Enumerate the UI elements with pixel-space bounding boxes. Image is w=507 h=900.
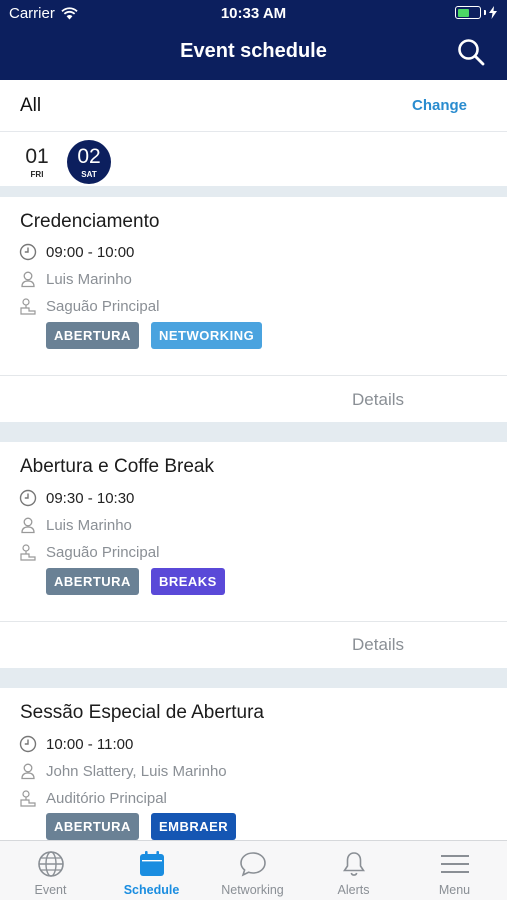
location-pin-icon <box>18 542 38 562</box>
clock-icon <box>18 242 38 262</box>
date-day: 01 <box>25 145 49 168</box>
date-weekday: SAT <box>81 170 97 179</box>
session-speaker-row: Luis Marinho <box>18 269 132 289</box>
card-divider <box>0 621 507 622</box>
search-button[interactable] <box>457 38 485 66</box>
date-item-01[interactable]: 01 FRI <box>15 140 59 184</box>
session-location-row: Saguão Principal <box>18 542 159 562</box>
tab-label: Schedule <box>123 883 180 897</box>
session-card[interactable]: Abertura e Coffe Break 09:30 - 10:30 Lui… <box>0 442 507 668</box>
session-title: Sessão Especial de Abertura <box>20 702 264 723</box>
session-title: Credenciamento <box>20 211 160 232</box>
charging-bolt-icon <box>489 6 497 19</box>
date-item-02[interactable]: 02 SAT <box>67 140 111 184</box>
status-bar: Carrier 10:33 AM <box>0 0 507 28</box>
tab-label: Alerts <box>337 883 370 897</box>
session-location-row: Saguão Principal <box>18 296 159 316</box>
session-speaker-row: Luis Marinho <box>18 515 132 535</box>
session-speaker-row: John Slattery, Luis Marinho <box>18 761 227 781</box>
filter-label: All <box>20 95 42 116</box>
calendar-icon <box>139 851 164 876</box>
date-day: 02 <box>77 145 101 168</box>
tag-badge: ABERTURA <box>46 813 139 840</box>
tab-label: Event <box>34 883 67 897</box>
change-filter-button[interactable]: Change <box>412 97 467 114</box>
session-tags: ABERTURA NETWORKING <box>46 322 263 349</box>
clock-icon <box>18 734 38 754</box>
tab-schedule[interactable]: Schedule <box>101 841 202 900</box>
search-icon <box>458 39 485 66</box>
person-icon <box>18 761 38 781</box>
session-speakers: John Slattery, Luis Marinho <box>46 762 227 780</box>
session-tags: ABERTURA BREAKS <box>46 568 225 595</box>
app-header: Carrier 10:33 AM Event schedule <box>0 0 507 80</box>
tag-badge: ABERTURA <box>46 568 139 595</box>
tag-badge: EMBRAER <box>150 813 237 840</box>
session-location: Auditório Principal <box>46 789 167 807</box>
tag-badge: NETWORKING <box>150 322 263 349</box>
session-time: 10:00 - 11:00 <box>46 735 134 753</box>
bell-icon <box>342 852 365 876</box>
globe-icon <box>37 851 64 877</box>
tab-menu[interactable]: Menu <box>404 841 507 900</box>
session-time: 09:00 - 10:00 <box>46 243 135 261</box>
page-title: Event schedule <box>180 40 327 62</box>
card-divider <box>0 375 507 376</box>
tab-alerts[interactable]: Alerts <box>303 841 404 900</box>
tag-badge: ABERTURA <box>46 322 139 349</box>
session-speakers: Luis Marinho <box>46 516 132 534</box>
session-time: 09:30 - 10:30 <box>46 489 135 507</box>
location-pin-icon <box>18 296 38 316</box>
session-card[interactable]: Sessão Especial de Abertura 10:00 - 11:0… <box>0 688 507 840</box>
tag-badge: BREAKS <box>150 568 225 595</box>
details-button[interactable]: Details <box>352 390 404 410</box>
bottom-tab-bar: Event Schedule Networking Alerts Menu <box>0 840 507 900</box>
session-card[interactable]: Credenciamento 09:00 - 10:00 Luis Marinh… <box>0 197 507 422</box>
status-time: 10:33 AM <box>220 5 287 22</box>
session-location-row: Auditório Principal <box>18 788 167 808</box>
person-icon <box>18 269 38 289</box>
session-tags: ABERTURA EMBRAER <box>46 813 237 840</box>
battery-icon <box>455 6 481 19</box>
session-time-row: 09:30 - 10:30 <box>18 488 134 508</box>
person-icon <box>18 515 38 535</box>
tab-networking[interactable]: Networking <box>202 841 303 900</box>
tab-label: Menu <box>438 883 471 897</box>
location-pin-icon <box>18 788 38 808</box>
session-speakers: Luis Marinho <box>46 270 132 288</box>
date-weekday: FRI <box>30 170 44 179</box>
filter-bar: All Change <box>0 80 507 132</box>
date-selector: 01 FRI 02 SAT <box>0 132 507 186</box>
details-button[interactable]: Details <box>352 635 404 655</box>
hamburger-menu-icon <box>440 855 469 873</box>
battery-indicator <box>455 6 497 19</box>
session-location: Saguão Principal <box>46 543 160 561</box>
session-time-row: 09:00 - 10:00 <box>18 242 134 262</box>
session-title: Abertura e Coffe Break <box>20 456 214 477</box>
session-location: Saguão Principal <box>46 297 160 315</box>
session-time-row: 10:00 - 11:00 <box>18 734 133 754</box>
clock-icon <box>18 488 38 508</box>
chat-bubble-icon <box>239 852 266 877</box>
tab-event[interactable]: Event <box>0 841 101 900</box>
tab-label: Networking <box>221 883 284 897</box>
